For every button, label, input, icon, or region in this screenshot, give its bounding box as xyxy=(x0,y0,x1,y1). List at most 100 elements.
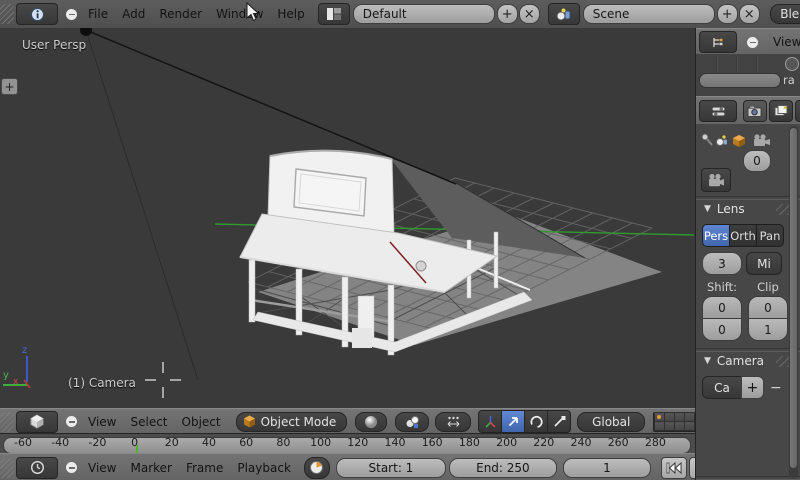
timeline-ruler[interactable]: -60-40-200204060801001201401601802002202… xyxy=(0,433,695,454)
area-resize-grip[interactable] xyxy=(0,458,14,478)
viewport-3d[interactable]: z y x User Persp (1) Camera + xyxy=(0,28,695,408)
manipulator-axis-button[interactable] xyxy=(478,410,502,433)
context-breadcrumb[interactable] xyxy=(700,132,774,149)
collapse-menus-toggle[interactable] xyxy=(66,416,77,427)
lens-type-segmented: PersOrthPan xyxy=(702,224,784,247)
panel-collapse-icon[interactable]: ▼ xyxy=(704,204,711,214)
menu-render[interactable]: Render xyxy=(152,7,209,21)
menu-help[interactable]: Help xyxy=(270,7,311,21)
info-header: FileAddRenderWindowHelp Default + × Scen… xyxy=(0,0,800,29)
camera-data-icon xyxy=(707,173,725,188)
axis-label-x: x xyxy=(13,377,19,387)
camera-datablock-name: Ca xyxy=(714,381,730,395)
clip-end-field[interactable]: 1 xyxy=(748,318,788,341)
delete-scene-button[interactable]: × xyxy=(739,4,760,24)
area-resize-grip[interactable] xyxy=(0,412,14,432)
lens-mode-pan[interactable]: Pan xyxy=(756,224,784,247)
panel-header-lens[interactable]: ▼ Lens xyxy=(704,202,794,216)
scene-browse-button[interactable] xyxy=(548,3,580,25)
shift-x-field[interactable]: 0 xyxy=(702,296,742,319)
tab-scene[interactable] xyxy=(795,100,800,122)
menu-view[interactable]: View xyxy=(81,415,123,429)
snap-icon xyxy=(446,415,461,428)
manipulator-translate-button[interactable] xyxy=(501,410,525,433)
frame-end-field[interactable]: End: 250 xyxy=(449,458,557,478)
tab-render-layers[interactable] xyxy=(769,100,793,122)
menu-marker[interactable]: Marker xyxy=(123,461,178,475)
jump-start-icon xyxy=(666,462,682,474)
viewport-shading-select[interactable] xyxy=(355,412,387,432)
editor-type-button-properties[interactable] xyxy=(699,100,737,122)
menu-frame[interactable]: Frame xyxy=(179,461,230,475)
ruler-tick-240: 240 xyxy=(571,436,592,449)
lens-unit-select[interactable]: Mi xyxy=(746,252,782,275)
shift-y-field[interactable]: 0 xyxy=(702,318,742,341)
menu-add[interactable]: Add xyxy=(115,7,152,21)
focal-length-field[interactable]: 3 xyxy=(702,252,742,275)
ruler-tick-60: 60 xyxy=(239,436,253,449)
collapse-menus-toggle[interactable] xyxy=(66,462,77,473)
camera-datablock-field[interactable]: Ca xyxy=(702,376,742,399)
restrict-render-icon[interactable] xyxy=(785,57,799,71)
new-datablock-button[interactable]: + xyxy=(741,376,764,399)
frame-end-value: End: 250 xyxy=(476,461,530,475)
transform-orientation-select[interactable]: Global xyxy=(577,412,645,432)
rotate-icon xyxy=(529,414,544,429)
menu-playback[interactable]: Playback xyxy=(230,461,298,475)
menu-view-outliner[interactable]: View xyxy=(766,35,800,49)
editor-type-button-3dview[interactable] xyxy=(16,411,58,433)
lens-mode-pers[interactable]: Pers xyxy=(702,224,730,247)
plus-icon: + xyxy=(4,81,14,93)
camera-object[interactable] xyxy=(80,28,92,36)
outliner-hscrollbar[interactable] xyxy=(699,73,781,88)
editor-type-button-timeline[interactable] xyxy=(16,457,58,479)
panel-collapse-icon[interactable]: ▼ xyxy=(704,356,711,366)
region-expand-button[interactable]: + xyxy=(1,78,18,95)
manipulator-scale-button[interactable] xyxy=(547,410,571,433)
clip-start-field[interactable]: 0 xyxy=(748,296,788,319)
outliner-body[interactable]: ra xyxy=(696,54,800,96)
screen-layout-browse-button[interactable] xyxy=(318,3,350,25)
ruler-tick-160: 160 xyxy=(422,436,443,449)
lens-mode-orth[interactable]: Orth xyxy=(729,224,757,247)
menu-file[interactable]: File xyxy=(81,7,115,21)
ruler-tick-labels: -60-40-200204060801001201401601802002202… xyxy=(0,434,695,454)
panel-header-camera[interactable]: ▼ Camera xyxy=(704,354,794,368)
camera-data-button[interactable] xyxy=(701,168,731,192)
screen-layout-name-field[interactable]: Default xyxy=(353,4,495,24)
view-perspective-label: User Persp xyxy=(22,38,86,52)
snap-select[interactable] xyxy=(435,412,471,432)
manipulator-rotate-button[interactable] xyxy=(524,410,548,433)
area-resize-grip[interactable] xyxy=(0,4,14,24)
clip-label: Clip xyxy=(748,280,788,294)
sphere-object[interactable] xyxy=(416,261,426,271)
menu-select[interactable]: Select xyxy=(123,415,174,429)
ruler-tick--20: -20 xyxy=(88,436,106,449)
frame-start-field[interactable]: Start: 1 xyxy=(336,458,446,478)
add-scene-button[interactable]: + xyxy=(717,4,738,24)
scene-name-field[interactable]: Scene xyxy=(583,4,715,24)
pivot-point-select[interactable] xyxy=(395,412,429,432)
properties-scrollbar-thumb[interactable] xyxy=(790,128,797,468)
jump-to-start-button[interactable] xyxy=(661,457,687,479)
render-engine-select[interactable]: Blender Render xyxy=(770,4,800,24)
editor-type-button-info[interactable] xyxy=(16,3,58,25)
tab-render[interactable] xyxy=(743,100,767,122)
collapse-menus-toggle[interactable] xyxy=(747,37,758,48)
panel-title-lens: Lens xyxy=(717,202,745,216)
outliner-item-text[interactable]: ra xyxy=(783,73,795,87)
mode-select[interactable]: Object Mode xyxy=(236,412,348,432)
breadcrumb-count-field[interactable]: 0 xyxy=(743,150,771,172)
delete-layout-button[interactable]: × xyxy=(519,4,540,24)
unlink-datablock-icon[interactable]: − xyxy=(770,380,782,396)
add-layout-button[interactable]: + xyxy=(497,4,518,24)
clock-icon xyxy=(30,460,45,475)
current-frame-field[interactable]: 1 xyxy=(563,458,651,478)
properties-scrollbar-track[interactable] xyxy=(789,126,798,478)
editor-type-button-outliner[interactable] xyxy=(699,31,737,53)
cube-3dview-icon xyxy=(29,414,45,429)
use-preview-range-toggle[interactable] xyxy=(304,457,330,479)
menu-object[interactable]: Object xyxy=(175,415,228,429)
collapse-menus-toggle[interactable] xyxy=(66,9,77,20)
menu-view[interactable]: View xyxy=(81,461,123,475)
